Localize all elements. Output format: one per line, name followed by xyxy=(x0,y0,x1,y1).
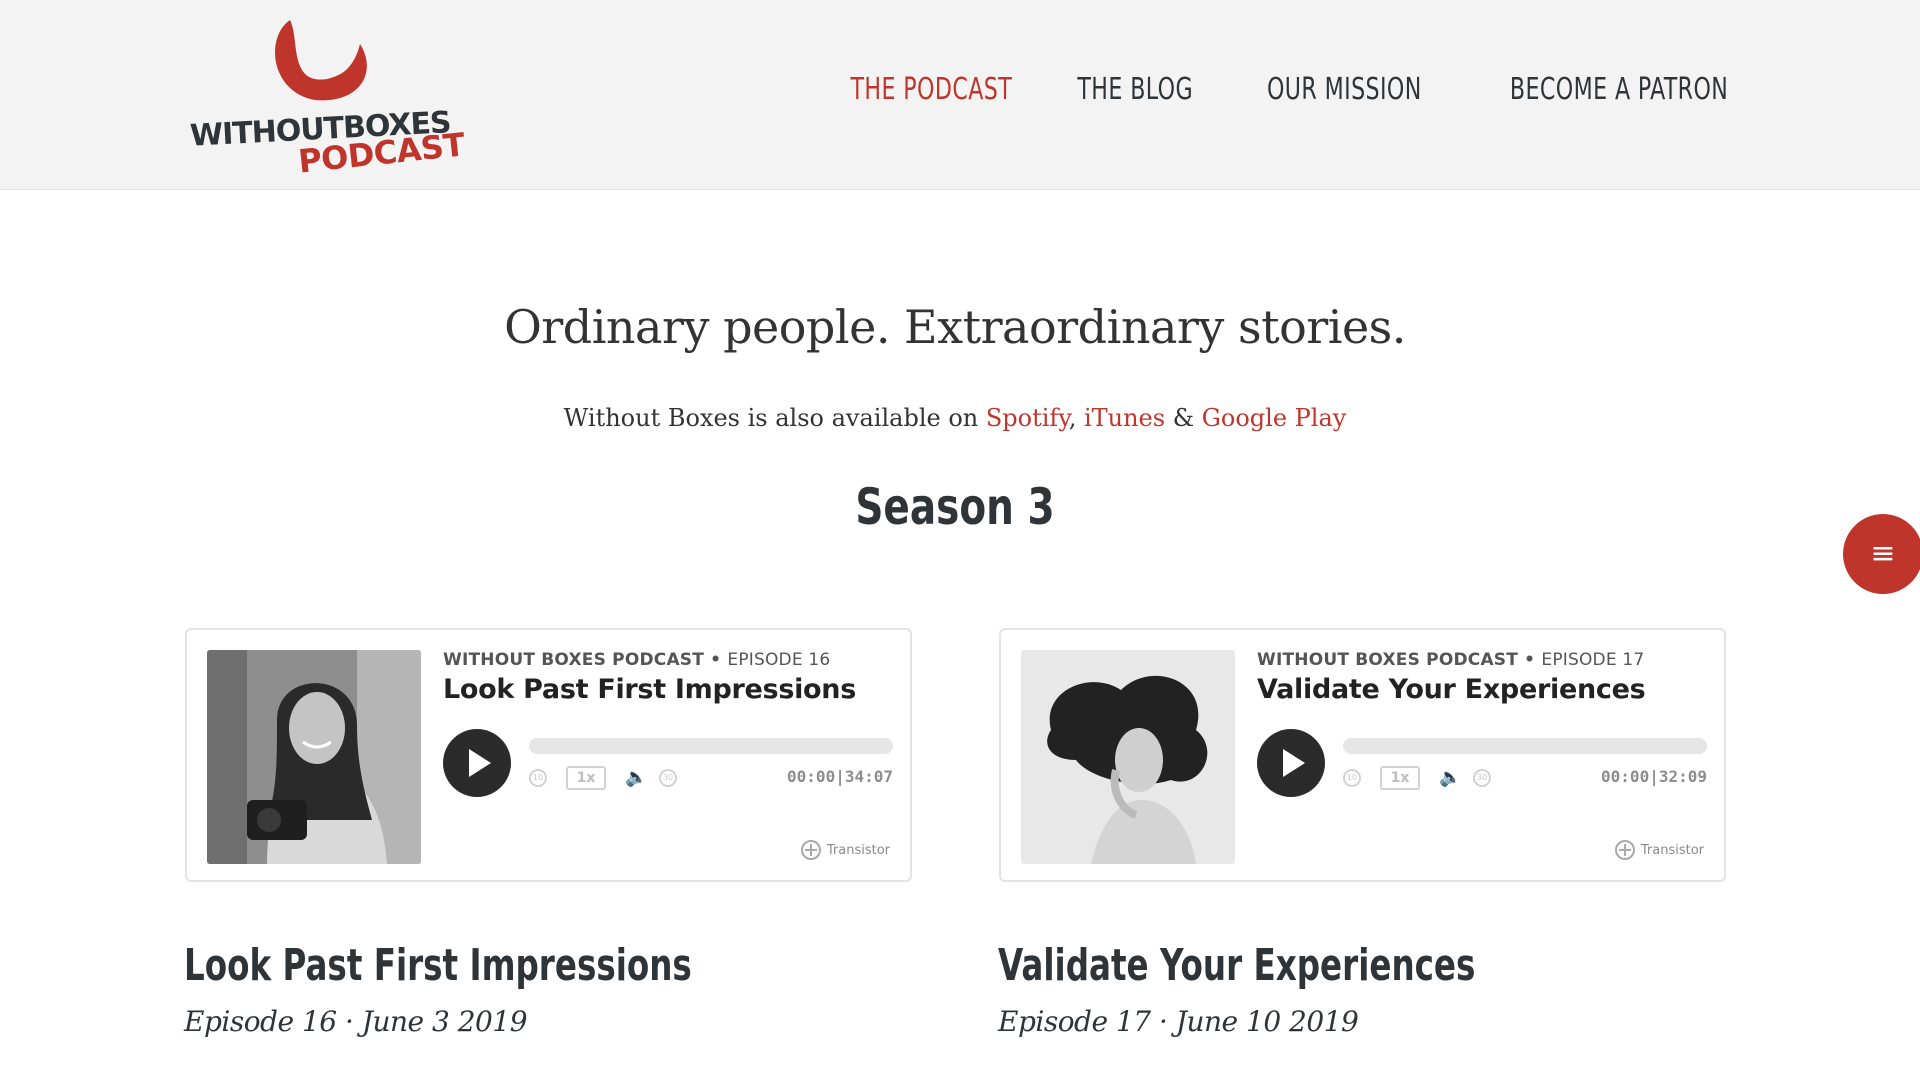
player-episode-title: Validate Your Experiences xyxy=(1257,674,1646,705)
nav-the-blog[interactable]: THE BLOG xyxy=(1077,72,1193,107)
nav-the-podcast[interactable]: THE PODCAST xyxy=(850,72,1012,107)
brand-label: Transistor xyxy=(1640,842,1704,858)
episode-excerpt: ... ... ... ... xyxy=(184,1068,884,1080)
episode-thumbnail xyxy=(207,650,421,864)
availability-line: Without Boxes is also available on Spoti… xyxy=(0,404,1910,432)
portrait-photo-icon xyxy=(207,650,421,864)
player-time: 00:00|34:07 xyxy=(787,767,893,786)
availability-prefix: Without Boxes is also available on xyxy=(563,404,986,432)
menu-icon: ≡ xyxy=(1870,536,1896,571)
rewind-10-icon[interactable]: 10 xyxy=(1343,769,1361,787)
transistor-logo-icon xyxy=(800,840,821,860)
volume-icon[interactable]: 🔈 xyxy=(1439,766,1463,790)
transistor-logo-icon xyxy=(1614,840,1635,860)
player-show-name: WITHOUT BOXES PODCAST xyxy=(1257,650,1519,670)
progress-bar[interactable] xyxy=(529,738,893,754)
nav-become-a-patron[interactable]: BECOME A PATRON xyxy=(1510,72,1728,107)
episode-date: Episode 16 · June 3 2019 xyxy=(184,1005,528,1038)
player-dot: • xyxy=(704,650,728,670)
forward-30-icon[interactable]: 30 xyxy=(1473,769,1491,787)
floating-menu-button[interactable]: ≡ xyxy=(1843,514,1920,594)
speed-button[interactable]: 1x xyxy=(566,766,606,790)
page-tagline: Ordinary people. Extraordinary stories. xyxy=(504,300,1406,354)
nav-our-mission[interactable]: OUR MISSION xyxy=(1267,72,1422,107)
availability-sep-2: & xyxy=(1165,404,1202,432)
play-button[interactable] xyxy=(443,729,511,797)
player-show-line: WITHOUT BOXES PODCAST • EPISODE 17 xyxy=(1257,650,1644,670)
episode-date: Episode 17 · June 10 2019 xyxy=(998,1005,1359,1038)
brand-label: Transistor xyxy=(826,842,890,858)
rewind-10-icon[interactable]: 10 xyxy=(529,769,547,787)
logo-horn-icon xyxy=(275,20,367,101)
episode-player-card: WITHOUT BOXES PODCAST • EPISODE 16 Look … xyxy=(185,628,912,882)
google-play-link[interactable]: Google Play xyxy=(1202,404,1347,432)
site-logo[interactable]: WITHOUTBOXES PODCAST xyxy=(189,12,466,181)
player-episode-title: Look Past First Impressions xyxy=(443,674,856,705)
player-time: 00:00|32:09 xyxy=(1601,767,1707,786)
spotify-link[interactable]: Spotify xyxy=(986,404,1069,432)
player-show-name: WITHOUT BOXES PODCAST xyxy=(443,650,705,670)
play-icon xyxy=(1283,749,1305,777)
volume-icon[interactable]: 🔈 xyxy=(625,766,649,790)
player-dot: • xyxy=(1518,650,1542,670)
forward-30-icon[interactable]: 30 xyxy=(659,769,677,787)
play-button[interactable] xyxy=(1257,729,1325,797)
player-show-line: WITHOUT BOXES PODCAST • EPISODE 16 xyxy=(443,650,830,670)
episode-title-link[interactable]: Validate Your Experiences xyxy=(998,940,1475,991)
portrait-photo-icon xyxy=(1021,650,1235,864)
progress-bar[interactable] xyxy=(1343,738,1707,754)
episode-player-card: WITHOUT BOXES PODCAST • EPISODE 17 Valid… xyxy=(999,628,1726,882)
speed-button[interactable]: 1x xyxy=(1380,766,1420,790)
transistor-brand[interactable]: Transistor xyxy=(800,840,890,860)
main-nav: THE PODCAST THE BLOG OUR MISSION BECOME … xyxy=(815,72,1728,107)
itunes-link[interactable]: iTunes xyxy=(1084,404,1165,432)
episode-title-link[interactable]: Look Past First Impressions xyxy=(184,940,692,991)
transistor-brand[interactable]: Transistor xyxy=(1614,840,1704,860)
season-heading: Season 3 xyxy=(855,478,1055,536)
episode-excerpt: ... ... ... ... xyxy=(998,1068,1698,1080)
site-header: WITHOUTBOXES PODCAST THE PODCAST THE BLO… xyxy=(0,0,1920,190)
episode-thumbnail xyxy=(1021,650,1235,864)
availability-sep-1: , xyxy=(1068,404,1084,432)
player-episode-number: EPISODE 16 xyxy=(727,650,831,670)
player-episode-number: EPISODE 17 xyxy=(1541,650,1645,670)
player-controls: 10 1x 🔈 30 00:00|34:07 xyxy=(529,765,893,791)
play-icon xyxy=(469,749,491,777)
player-controls: 10 1x 🔈 30 00:00|32:09 xyxy=(1343,765,1707,791)
